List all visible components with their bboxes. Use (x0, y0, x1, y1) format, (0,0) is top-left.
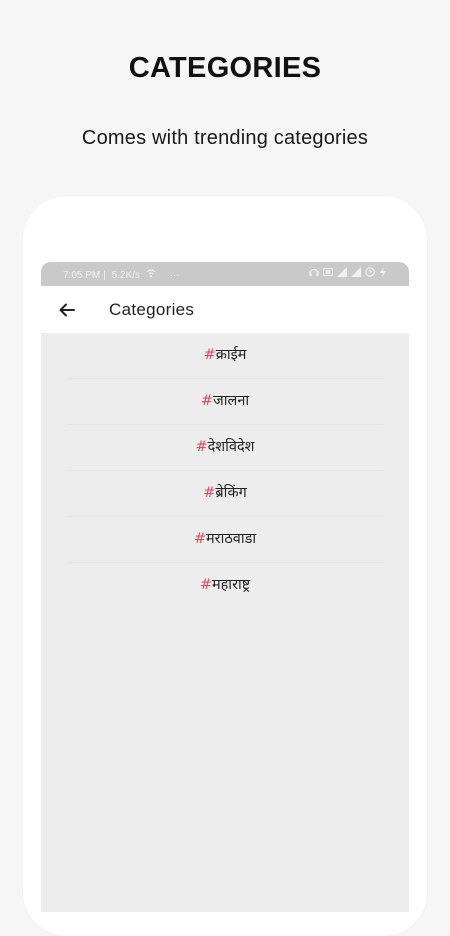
app-bar-title: Categories (109, 300, 195, 319)
hash-prefix: # (203, 485, 216, 501)
app-bar: Categories (41, 286, 409, 333)
hash-prefix: # (195, 439, 208, 455)
category-label: क्राईम (215, 347, 247, 363)
category-item-deshvidesh[interactable]: #देशविदेश (67, 425, 383, 471)
back-button[interactable] (55, 298, 79, 322)
category-label: देशविदेश (207, 439, 255, 455)
signal-icon (337, 267, 347, 277)
category-item-marathwada[interactable]: #मराठवाडा (67, 517, 383, 563)
promo-subtitle: Comes with trending categories (81, 127, 369, 149)
category-item-breaking[interactable]: #ब्रेकिंग (67, 471, 383, 517)
headphones-icon (309, 267, 319, 277)
hash-prefix: # (200, 393, 213, 409)
category-list: #क्राईम #जालना #देशविदेश #ब्रेकिंग #मराठ… (41, 333, 409, 608)
status-bar-left: 7:05 PM | 5.2K/s ··· (63, 268, 180, 281)
category-item-jalna[interactable]: #जालना (67, 379, 383, 425)
category-item-crime[interactable]: #क्राईम (67, 333, 383, 379)
signal-icon-2 (351, 267, 361, 277)
status-bar: 7:05 PM | 5.2K/s ··· (41, 262, 409, 286)
status-time: 7:05 PM (63, 270, 101, 281)
category-label: महाराष्ट्र (211, 577, 251, 593)
phone-screen: 7:05 PM | 5.2K/s ··· Categories #क्राईम … (41, 262, 409, 912)
arrow-left-icon (59, 303, 75, 317)
hash-prefix: # (193, 531, 207, 547)
wifi-icon (146, 268, 156, 278)
clock-icon (365, 267, 375, 277)
category-label: मराठवाडा (206, 531, 257, 547)
hash-prefix: # (203, 347, 216, 363)
status-speed: 5.2K/s (111, 270, 140, 281)
vo-lte-icon (323, 267, 333, 277)
category-item-maharashtra[interactable]: #महाराष्ट्र (67, 563, 383, 608)
status-bar-right (309, 267, 389, 277)
category-label: ब्रेकिंग (215, 485, 247, 501)
promo-title: CATEGORIES (128, 52, 322, 84)
charging-icon (379, 267, 389, 277)
hash-prefix: # (199, 577, 212, 593)
more-indicator: ··· (169, 270, 180, 281)
category-label: जालना (213, 393, 250, 409)
